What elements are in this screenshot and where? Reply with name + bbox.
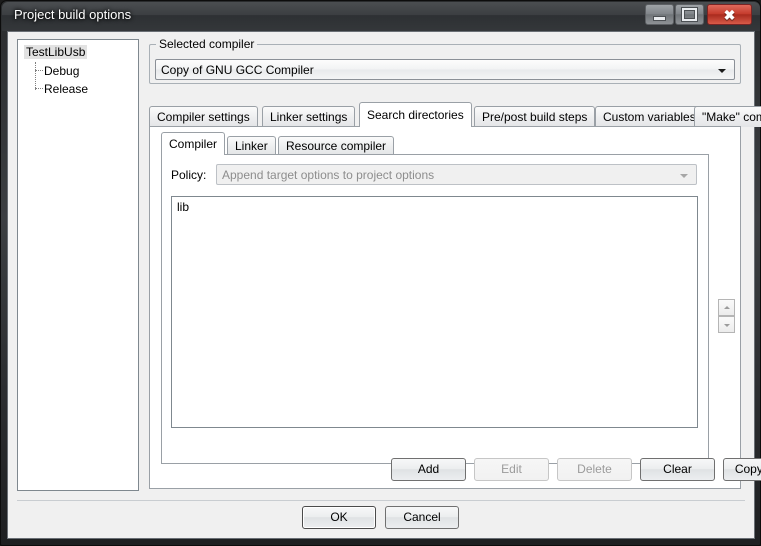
- tab-inner-linker[interactable]: Linker: [227, 136, 276, 155]
- edit-button: Edit: [474, 458, 549, 481]
- tab-panel-compiler: Policy: Append target options to project…: [161, 154, 709, 464]
- tab-linker-settings[interactable]: Linker settings: [262, 106, 356, 127]
- minimize-icon: [646, 5, 673, 24]
- compiler-select[interactable]: Copy of GNU GCC Compiler: [155, 59, 735, 80]
- close-button[interactable]: ✖: [707, 4, 752, 25]
- tab-panel-search-directories: Compiler Linker Resource compiler Policy…: [149, 126, 761, 489]
- cancel-button[interactable]: Cancel: [385, 506, 459, 529]
- move-down-button[interactable]: [718, 316, 735, 333]
- policy-select: Append target options to project options: [216, 164, 697, 185]
- add-button[interactable]: Add: [391, 458, 466, 481]
- ok-button[interactable]: OK: [302, 506, 376, 529]
- tree-connector-debug: [35, 70, 43, 71]
- policy-label: Policy:: [171, 168, 207, 182]
- compiler-select-value: Copy of GNU GCC Compiler: [161, 63, 314, 77]
- selected-compiler-label: Selected compiler: [156, 37, 258, 51]
- tab-strip-outer: Compiler settings Linker settings Search…: [149, 102, 761, 127]
- dialog-body: TestLibUsb Debug Release Selected compil…: [7, 31, 761, 539]
- maximize-button[interactable]: [675, 4, 704, 25]
- tab-custom-variables[interactable]: Custom variables: [595, 106, 704, 127]
- tree-item-release[interactable]: Release: [44, 82, 88, 96]
- tree-item-root[interactable]: TestLibUsb: [24, 45, 88, 59]
- list-item[interactable]: lib: [177, 200, 189, 214]
- target-tree[interactable]: TestLibUsb Debug Release: [17, 39, 139, 491]
- chevron-down-icon: [724, 324, 730, 327]
- dialog-window: Project build options ✖ TestLibUsb Debug: [0, 0, 761, 546]
- chevron-down-icon: [680, 174, 688, 178]
- tab-inner-resource-compiler[interactable]: Resource compiler: [278, 136, 395, 155]
- tab-search-directories[interactable]: Search directories: [359, 102, 472, 127]
- copy-to-button[interactable]: Copy to...: [723, 458, 761, 481]
- tab-inner-compiler[interactable]: Compiler: [161, 132, 226, 155]
- search-directories-list[interactable]: lib: [171, 196, 698, 428]
- tab-compiler-settings[interactable]: Compiler settings: [149, 106, 258, 127]
- tree-connector-release: [35, 88, 43, 89]
- chevron-up-icon: [724, 306, 730, 309]
- clear-button[interactable]: Clear: [640, 458, 715, 481]
- policy-select-value: Append target options to project options: [222, 168, 435, 182]
- minimize-button[interactable]: [645, 4, 674, 25]
- move-up-button[interactable]: [718, 299, 735, 316]
- footer-divider: [17, 500, 745, 501]
- tree-item-debug[interactable]: Debug: [44, 64, 79, 78]
- reorder-spinner[interactable]: [718, 299, 735, 333]
- title-bar[interactable]: Project build options ✖: [2, 2, 760, 31]
- tab-make-commands[interactable]: "Make" commands: [694, 106, 761, 127]
- delete-button: Delete: [557, 458, 632, 481]
- maximize-icon: [676, 5, 703, 24]
- window-title: Project build options: [14, 7, 132, 22]
- tab-pre-post-build-steps[interactable]: Pre/post build steps: [474, 106, 596, 127]
- tree-connector-vertical: [35, 62, 36, 90]
- chevron-down-icon: [718, 69, 726, 73]
- tab-strip-inner: Compiler Linker Resource compiler: [161, 132, 721, 155]
- close-icon: ✖: [723, 6, 736, 23]
